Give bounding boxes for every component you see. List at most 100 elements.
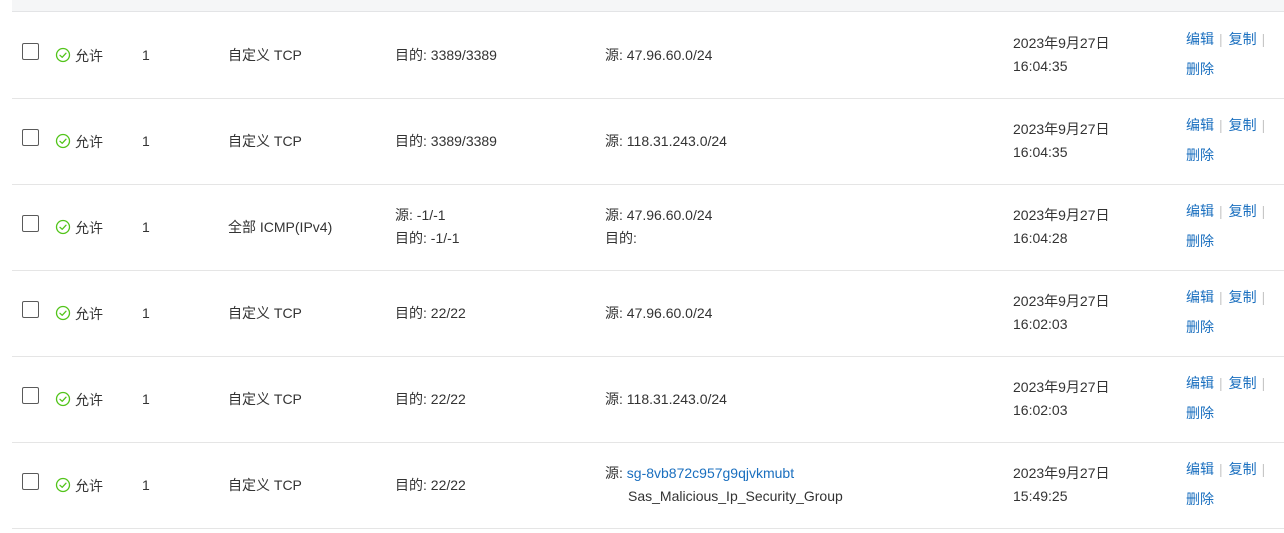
auth-object-line: 源: 47.96.60.0/24 bbox=[605, 44, 712, 67]
status-cell: 允许 bbox=[55, 216, 103, 240]
create-time: 16:02:03 bbox=[1013, 402, 1068, 418]
copy-link[interactable]: 复制 bbox=[1229, 117, 1257, 133]
copy-link[interactable]: 复制 bbox=[1229, 289, 1257, 305]
status-cell: 允许 bbox=[55, 388, 103, 412]
create-time: 16:04:28 bbox=[1013, 230, 1068, 246]
edit-link[interactable]: 编辑 bbox=[1186, 31, 1214, 47]
actions-line: 编辑 | 复制 | bbox=[1186, 28, 1271, 58]
actions-cell: 编辑 | 复制 | 删除 bbox=[1186, 200, 1271, 260]
edit-link[interactable]: 编辑 bbox=[1186, 117, 1214, 133]
auth-object-label: 源: bbox=[605, 305, 627, 321]
check-circle-icon bbox=[55, 305, 71, 321]
actions-line: 删除 bbox=[1186, 144, 1271, 174]
status-label: 允许 bbox=[75, 219, 103, 236]
create-time-cell: 2023年9月27日 16:04:28 bbox=[1013, 204, 1110, 250]
auth-object-line: 源: 118.31.243.0/24 bbox=[605, 388, 727, 411]
port-range-line: 目的: 22/22 bbox=[395, 305, 466, 321]
status-cell: 允许 bbox=[55, 130, 103, 154]
row-checkbox[interactable] bbox=[22, 473, 39, 490]
actions-line: 删除 bbox=[1186, 316, 1271, 346]
table-row: 允许 1 自定义 TCP 目的: 22/22 源: 47.96.60.0/24 2023年… bbox=[12, 270, 1284, 357]
port-range-line: 目的: 3389/3389 bbox=[395, 47, 497, 63]
action-separator: | bbox=[1261, 117, 1266, 133]
auth-object-cell: 源: 118.31.243.0/24 bbox=[605, 388, 727, 411]
action-separator: | bbox=[1219, 203, 1223, 219]
actions-cell: 编辑 | 复制 | 删除 bbox=[1186, 458, 1271, 518]
actions-line: 编辑 | 复制 | bbox=[1186, 458, 1271, 488]
port-range-cell: 目的: 22/22 bbox=[395, 474, 466, 497]
create-date: 2023年9月27日 bbox=[1013, 121, 1110, 137]
protocol-cell: 自定义 TCP bbox=[228, 133, 302, 149]
status-cell: 允许 bbox=[55, 302, 103, 326]
row-checkbox[interactable] bbox=[22, 215, 39, 232]
auth-object-line: 源: 47.96.60.0/24 bbox=[605, 204, 712, 227]
auth-object-line: 源: 47.96.60.0/24 bbox=[605, 302, 712, 325]
delete-link[interactable]: 删除 bbox=[1186, 233, 1214, 249]
action-separator: | bbox=[1219, 117, 1223, 133]
port-range-cell: 目的: 22/22 bbox=[395, 302, 466, 325]
table-row: 允许 1 全部 ICMP(IPv4) 源: -1/-1 目的: -1/-1 源: 47.9… bbox=[12, 184, 1284, 271]
action-separator: | bbox=[1219, 289, 1223, 305]
edit-link[interactable]: 编辑 bbox=[1186, 289, 1214, 305]
actions-line: 删除 bbox=[1186, 402, 1271, 432]
delete-link[interactable]: 删除 bbox=[1186, 61, 1214, 77]
edit-link[interactable]: 编辑 bbox=[1186, 375, 1214, 391]
protocol-cell: 全部 ICMP(IPv4) bbox=[228, 219, 333, 235]
actions-cell: 编辑 | 复制 | 删除 bbox=[1186, 28, 1271, 88]
action-separator: | bbox=[1219, 375, 1223, 391]
actions-cell: 编辑 | 复制 | 删除 bbox=[1186, 286, 1271, 346]
copy-link[interactable]: 复制 bbox=[1229, 375, 1257, 391]
action-separator: | bbox=[1261, 31, 1266, 47]
status-cell: 允许 bbox=[55, 474, 103, 498]
table-row: 允许 1 自定义 TCP 目的: 22/22 源: 118.31.243.0/24 202… bbox=[12, 356, 1284, 443]
row-checkbox[interactable] bbox=[22, 387, 39, 404]
actions-cell: 编辑 | 复制 | 删除 bbox=[1186, 114, 1271, 174]
auth-object-value: 47.96.60.0/24 bbox=[626, 305, 713, 321]
auth-object-value: 47.96.60.0/24 bbox=[626, 47, 713, 63]
auth-object-cell: 源: 47.96.60.0/24 目的: bbox=[605, 204, 712, 250]
priority-cell: 1 bbox=[142, 47, 150, 63]
table-row: 允许 1 自定义 TCP 目的: 3389/3389 源: 47.96.60.0/24 2… bbox=[12, 12, 1284, 99]
edit-link[interactable]: 编辑 bbox=[1186, 203, 1214, 219]
actions-line: 编辑 | 复制 | bbox=[1186, 114, 1271, 144]
table-row: 允许 1 自定义 TCP 目的: 22/22 源: sg-8vb872c957g9qjv… bbox=[12, 442, 1284, 529]
status-label: 允许 bbox=[75, 391, 103, 408]
delete-link[interactable]: 删除 bbox=[1186, 147, 1214, 163]
row-checkbox[interactable] bbox=[22, 43, 39, 60]
auth-object-label: 源: bbox=[605, 391, 627, 407]
create-date: 2023年9月27日 bbox=[1013, 293, 1110, 309]
delete-link[interactable]: 删除 bbox=[1186, 319, 1214, 335]
protocol-cell: 自定义 TCP bbox=[228, 477, 302, 493]
edit-link[interactable]: 编辑 bbox=[1186, 461, 1214, 477]
delete-link[interactable]: 删除 bbox=[1186, 491, 1214, 507]
priority-cell: 1 bbox=[142, 305, 150, 321]
table-header-strip bbox=[12, 0, 1284, 12]
actions-line: 删除 bbox=[1186, 230, 1271, 260]
port-range-cell: 目的: 3389/3389 bbox=[395, 44, 497, 67]
auth-object-value: 118.31.243.0/24 bbox=[626, 391, 727, 407]
row-checkbox[interactable] bbox=[22, 301, 39, 318]
action-separator: | bbox=[1261, 289, 1266, 305]
action-separator: | bbox=[1261, 203, 1266, 219]
port-range-line: 目的: 22/22 bbox=[395, 391, 466, 407]
create-date: 2023年9月27日 bbox=[1013, 465, 1110, 481]
auth-object-label: 源: bbox=[605, 47, 627, 63]
copy-link[interactable]: 复制 bbox=[1229, 31, 1257, 47]
security-group-link[interactable]: sg-8vb872c957g9qjvkmubt bbox=[627, 465, 794, 481]
create-time: 16:04:35 bbox=[1013, 144, 1068, 160]
auth-object-cell: 源: 47.96.60.0/24 bbox=[605, 302, 712, 325]
create-date: 2023年9月27日 bbox=[1013, 379, 1110, 395]
action-separator: | bbox=[1219, 31, 1223, 47]
delete-link[interactable]: 删除 bbox=[1186, 405, 1214, 421]
priority-cell: 1 bbox=[142, 133, 150, 149]
create-date: 2023年9月27日 bbox=[1013, 35, 1110, 51]
status-label: 允许 bbox=[75, 133, 103, 150]
row-checkbox[interactable] bbox=[22, 129, 39, 146]
auth-object-value: 47.96.60.0/24 bbox=[626, 207, 713, 223]
copy-link[interactable]: 复制 bbox=[1229, 461, 1257, 477]
status-label: 允许 bbox=[75, 305, 103, 322]
copy-link[interactable]: 复制 bbox=[1229, 203, 1257, 219]
protocol-cell: 自定义 TCP bbox=[228, 391, 302, 407]
auth-object-cell: 源: sg-8vb872c957g9qjvkmubt Sas_Malicious_… bbox=[605, 462, 843, 508]
priority-cell: 1 bbox=[142, 477, 150, 493]
